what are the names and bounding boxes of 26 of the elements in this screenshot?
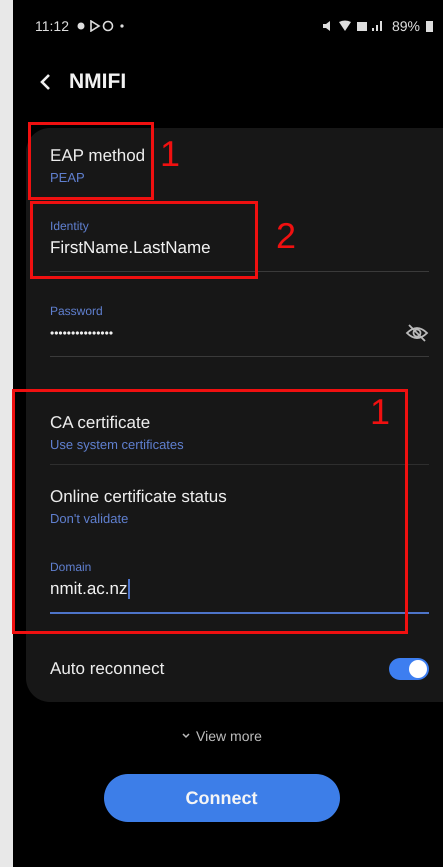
- field-value: •••••••••••••••: [50, 326, 114, 340]
- setting-item[interactable]: Online certificate status Don't validate: [50, 465, 227, 538]
- annotation-number: 2: [276, 218, 296, 254]
- battery-percentage: 89%: [392, 18, 420, 34]
- setting-item[interactable]: CA certificate Use system certificates: [50, 367, 184, 464]
- field-label: Identity: [50, 219, 90, 233]
- annotation-number: 1: [160, 136, 180, 172]
- toggle-switch[interactable]: [389, 658, 429, 680]
- back-icon[interactable]: [39, 72, 51, 90]
- battery-icon: [426, 20, 433, 32]
- status-time: 11:12: [35, 18, 69, 34]
- view-more-link[interactable]: View more: [182, 728, 262, 744]
- field-value: nmit.ac.nz: [50, 579, 128, 599]
- chevron-down-icon: [182, 733, 190, 739]
- page-title: NMIFI: [69, 70, 126, 94]
- text-field[interactable]: Domain nmit.ac.nz: [50, 538, 429, 614]
- setting-label: Auto reconnect: [50, 659, 164, 679]
- text-field[interactable]: Password •••••••••••••••: [50, 282, 429, 357]
- field-value: FirstName.LastName: [50, 238, 211, 258]
- connect-button[interactable]: Connect: [104, 774, 340, 822]
- field-label: Domain: [50, 560, 92, 574]
- text-cursor: [128, 579, 130, 599]
- hidden-eye-icon[interactable]: [405, 323, 429, 343]
- setting-item[interactable]: EAP method PEAP: [50, 128, 146, 197]
- field-label: Password: [50, 304, 104, 318]
- annotation-number: 1: [370, 394, 390, 430]
